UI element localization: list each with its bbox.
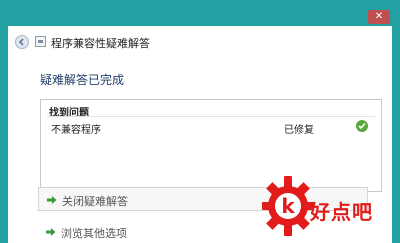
window-frame-top (0, 0, 400, 26)
panel-divider (47, 116, 375, 117)
dialog-titlebar: 程序兼容性疑难解答 (8, 26, 392, 58)
window-frame-left (0, 26, 8, 243)
back-arrow-icon[interactable] (15, 35, 29, 49)
check-icon (356, 120, 368, 132)
arrow-right-icon (46, 228, 56, 236)
arrow-right-icon (47, 196, 57, 204)
troubleshooter-app-icon (35, 36, 46, 47)
close-button[interactable]: ✕ (368, 10, 390, 24)
window-title: 程序兼容性疑难解答 (51, 37, 150, 50)
gear-logo-icon: k (262, 176, 314, 236)
watermark-logo: k 好点吧 (262, 172, 400, 243)
explore-options-link[interactable]: 浏览其他选项 (38, 221, 238, 243)
problem-name: 不兼容程序 (51, 125, 101, 136)
page-heading: 疑难解答已完成 (40, 73, 125, 87)
svg-text:k: k (281, 194, 295, 218)
problem-status: 已修复 (284, 125, 314, 136)
close-troubleshooter-label: 关闭疑难解答 (62, 195, 128, 208)
watermark-text: 好点吧 (310, 200, 373, 224)
explore-options-label: 浏览其他选项 (61, 227, 127, 240)
